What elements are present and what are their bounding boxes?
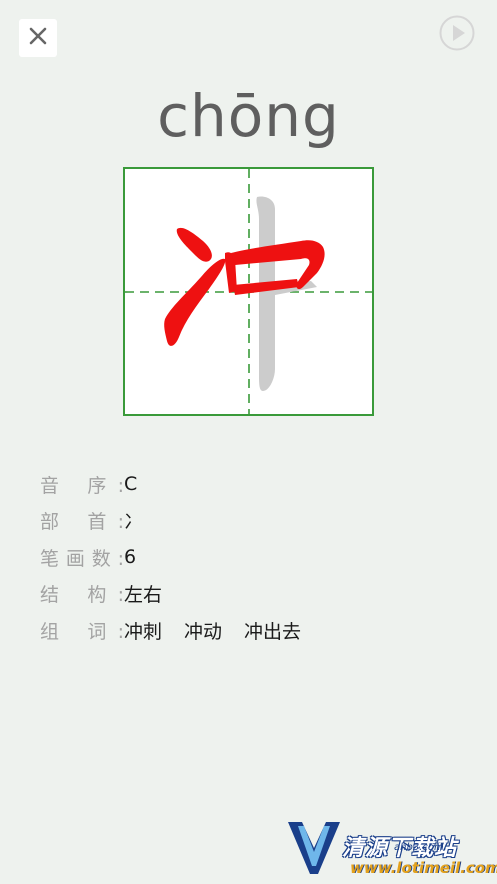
stroke-pending-vertical [256, 196, 275, 391]
info-row-pinyin-order: 音 序: C [40, 466, 480, 503]
info-row-structure: 结 构: 左右 [40, 576, 480, 613]
watermark-logo: 清源下载站 ahb3.com www.lotimeil.com [284, 818, 497, 880]
word-list: 冲刺 冲动 冲出去 [124, 617, 301, 644]
info-value: C [124, 473, 138, 496]
character-writing-grid [123, 167, 374, 416]
close-button[interactable] [19, 19, 57, 57]
info-row-stroke-count: 笔画数: 6 [40, 539, 480, 576]
info-row-words: 组 词: 冲刺 冲动 冲出去 [40, 612, 480, 649]
watermark-url: www.lotimeil.com [350, 859, 497, 877]
info-label: 音 序: [40, 474, 124, 497]
play-icon [439, 15, 475, 55]
pinyin-heading: chōng [157, 82, 340, 150]
info-row-radical: 部 首: 冫 [40, 503, 480, 540]
info-value: 冫 [124, 511, 144, 534]
watermark-subtitle: ahb3.com [394, 842, 444, 853]
character-stroke-canvas [125, 169, 372, 414]
character-info-panel: 音 序: C 部 首: 冫 笔画数: 6 结 构: 左右 组 词: 冲刺 冲动 … [40, 466, 480, 649]
play-button[interactable] [439, 15, 475, 51]
info-label: 结 构: [40, 584, 124, 607]
info-label: 部 首: [40, 511, 124, 534]
word-item[interactable]: 冲刺 [124, 617, 162, 644]
info-value: 左右 [124, 584, 163, 607]
info-value: 6 [124, 546, 137, 569]
info-label: 组 词: [40, 620, 124, 643]
info-label: 笔画数: [40, 547, 124, 570]
word-item[interactable]: 冲动 [184, 617, 222, 644]
word-item[interactable]: 冲出去 [244, 617, 301, 644]
close-icon [29, 27, 47, 49]
stroke-dot-top [176, 227, 212, 262]
stroke-rise [164, 258, 226, 346]
watermark-emblem-icon [288, 822, 340, 874]
